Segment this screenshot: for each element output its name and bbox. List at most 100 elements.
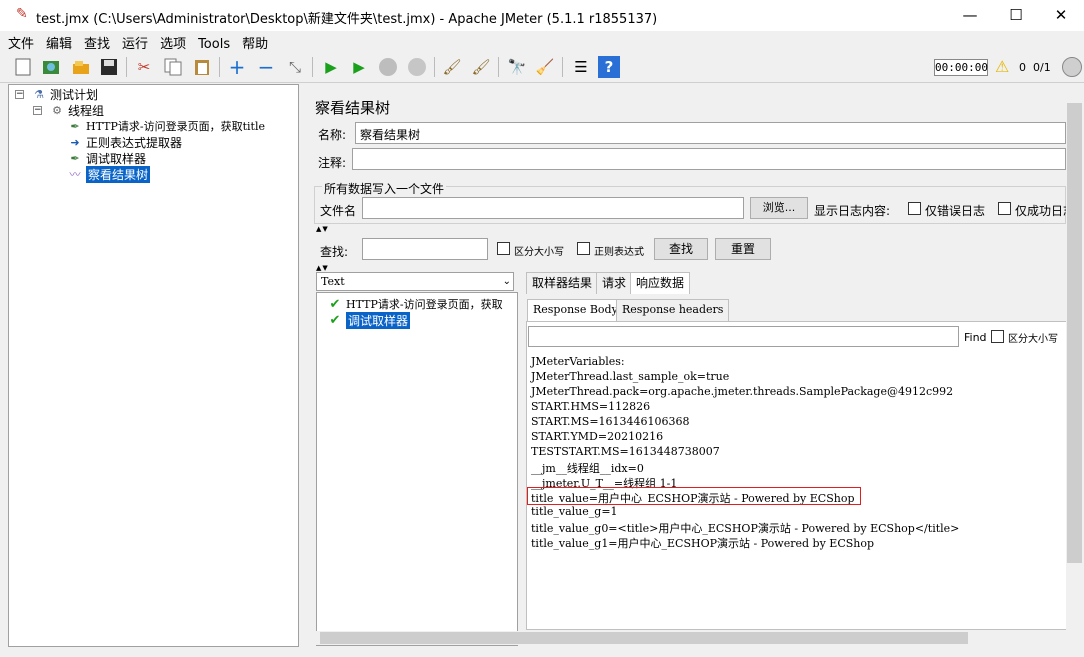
menu-bar: 文件 编辑 查找 运行 选项 Tools 帮助: [0, 31, 1084, 52]
elapsed-timer: 00:00:00: [934, 59, 988, 76]
comment-input[interactable]: [352, 148, 1066, 170]
tree-item-results-tree[interactable]: 〰 察看结果树: [67, 165, 151, 183]
menu-help[interactable]: 帮助: [234, 31, 272, 52]
help-icon[interactable]: ?: [598, 56, 620, 78]
tab-response-headers[interactable]: Response headers: [616, 299, 730, 321]
renderer-select[interactable]: Text ⌄: [316, 272, 514, 291]
test-plan-icon: ⚗: [34, 87, 44, 101]
open-icon[interactable]: [70, 56, 92, 78]
tree-item-thread-group[interactable]: ⚙ 线程组: [49, 102, 104, 118]
save-icon[interactable]: [98, 56, 120, 78]
tab-request[interactable]: 请求: [596, 272, 633, 294]
search-icon[interactable]: 🔭: [506, 56, 528, 78]
tree-item-regex-extractor[interactable]: ➜ 正则表达式提取器: [67, 134, 182, 150]
reset-button[interactable]: 重置: [715, 238, 771, 260]
name-input-value: 察看结果树: [360, 128, 421, 142]
find-case-checkbox[interactable]: [991, 330, 1004, 343]
log-content-label: 显示日志内容:: [814, 204, 891, 218]
tree-item-test-plan[interactable]: ⚗ 测试计划: [31, 86, 98, 102]
new-icon[interactable]: [12, 56, 34, 78]
results-tree-icon: 〰: [69, 168, 81, 181]
tab-sampler-result[interactable]: 取样器结果: [526, 272, 599, 294]
browse-button[interactable]: 浏览...: [750, 197, 808, 219]
toggle-icon[interactable]: ⤡: [284, 56, 306, 78]
chevron-down-icon: ⌄: [502, 276, 511, 287]
menu-search[interactable]: 查找: [76, 31, 114, 52]
find-input[interactable]: [528, 326, 959, 347]
debug-sampler-icon: ✒: [70, 151, 80, 165]
stop-icon[interactable]: [377, 56, 399, 78]
errors-only-checkbox[interactable]: [908, 202, 921, 215]
response-line: START.HMS=112826: [531, 400, 651, 413]
success-shield-icon: ✔: [329, 296, 341, 312]
filename-input[interactable]: [362, 197, 744, 219]
tree-item-http-request[interactable]: ✒ HTTP请求-访问登录页面，获取title: [67, 118, 265, 134]
success-shield-icon: ✔: [329, 312, 341, 328]
menu-run[interactable]: 运行: [114, 31, 152, 52]
title-bar: ✎ test.jmx (C:\Users\Administrator\Deskt…: [0, 0, 1084, 31]
menu-options[interactable]: 选项: [152, 31, 190, 52]
shutdown-icon[interactable]: [406, 56, 428, 78]
test-plan-tree: − ⚗ 测试计划 − ⚙ 线程组 ✒ HTTP请求-访问登录页面，获取title…: [8, 84, 299, 647]
response-sub-tabs: Response Body Response headers: [527, 299, 1082, 321]
filename-label: 文件名: [320, 204, 357, 218]
search-button[interactable]: 查找: [654, 238, 708, 260]
jmeter-feather-icon: ✎: [16, 6, 28, 22]
response-line: title_value_g0=<title>用户中心_ECSHOP演示站 - P…: [531, 522, 960, 535]
collapse-toggle-thread-group[interactable]: −: [33, 106, 42, 115]
collapse-toggle-test-plan[interactable]: −: [15, 90, 24, 99]
active-threads-ratio: 0/1: [1033, 61, 1051, 74]
response-line: __jm__线程组__idx=0: [531, 462, 644, 475]
templates-icon[interactable]: [40, 56, 62, 78]
start-no-pauses-icon[interactable]: ▶: [348, 56, 370, 78]
minimize-button[interactable]: —: [947, 0, 993, 31]
paste-icon[interactable]: [191, 56, 213, 78]
clear-all-icon[interactable]: 🖌: [470, 56, 492, 78]
tree-item-debug-sampler[interactable]: ✒ 调试取样器: [67, 150, 146, 166]
case-sensitive-checkbox[interactable]: [497, 242, 510, 255]
toolbar: ✂ + − ⤡ ▶ ▶ 🖌 🖌 🔭 🧹 ☰ ? 00:00:00 ⚠ 0 0/1: [0, 52, 1084, 83]
response-line: TESTSTART.MS=1613448738007: [531, 445, 720, 458]
http-request-icon: ✒: [70, 119, 80, 133]
function-helper-icon[interactable]: ☰: [570, 56, 592, 78]
split-pane-divider[interactable]: [301, 84, 307, 647]
menu-file[interactable]: 文件: [0, 31, 38, 52]
maximize-button[interactable]: ☐: [993, 0, 1039, 31]
expand-icon[interactable]: +: [226, 55, 248, 79]
case-sensitive-label: 区分大小写: [514, 247, 564, 258]
warning-icon[interactable]: ⚠: [995, 57, 1009, 76]
horizontal-scrollbar-thumb[interactable]: [320, 632, 968, 644]
response-line: JMeterVariables:: [531, 355, 625, 368]
divider-arrows[interactable]: ▲▼: [316, 225, 329, 233]
cut-icon[interactable]: ✂: [133, 56, 155, 78]
response-line: JMeterThread.pack=org.apache.jmeter.thre…: [531, 385, 954, 398]
gear-icon: ⚙: [52, 103, 62, 117]
menu-tools[interactable]: Tools: [190, 35, 234, 52]
comment-label: 注释:: [318, 156, 347, 170]
errors-only-label: 仅错误日志: [925, 204, 986, 218]
regex-checkbox[interactable]: [577, 242, 590, 255]
search-input[interactable]: [362, 238, 488, 260]
tab-response-data[interactable]: 响应数据: [630, 272, 691, 294]
success-only-label: 仅成功日志: [1015, 204, 1066, 218]
response-line: START.YMD=20210216: [531, 430, 664, 443]
divider-arrows-2[interactable]: ▲▼: [316, 264, 329, 272]
close-button[interactable]: ✕: [1038, 0, 1084, 31]
sample-item-debug-sampler[interactable]: ✔ 调试取样器: [327, 311, 411, 329]
start-icon[interactable]: ▶: [320, 56, 342, 78]
window-title: test.jmx (C:\Users\Administrator\Desktop…: [36, 12, 658, 27]
clear-icon[interactable]: 🖌: [441, 56, 463, 78]
response-line: START.MS=1613446106368: [531, 415, 690, 428]
tab-response-body[interactable]: Response Body: [527, 299, 624, 321]
name-input[interactable]: 察看结果树: [355, 122, 1066, 144]
panel-title: 察看结果树: [315, 99, 391, 117]
copy-icon[interactable]: [162, 56, 184, 78]
error-count: 0: [1019, 61, 1026, 74]
menu-edit[interactable]: 编辑: [38, 31, 76, 52]
collapse-icon[interactable]: −: [255, 55, 277, 79]
reset-search-icon[interactable]: 🧹: [534, 56, 556, 78]
vertical-scrollbar-thumb[interactable]: [1067, 103, 1082, 563]
success-only-checkbox[interactable]: [998, 202, 1011, 215]
sample-item-http-request[interactable]: ✔ HTTP请求-访问登录页面，获取: [327, 296, 517, 312]
highlight-box: [527, 487, 861, 505]
